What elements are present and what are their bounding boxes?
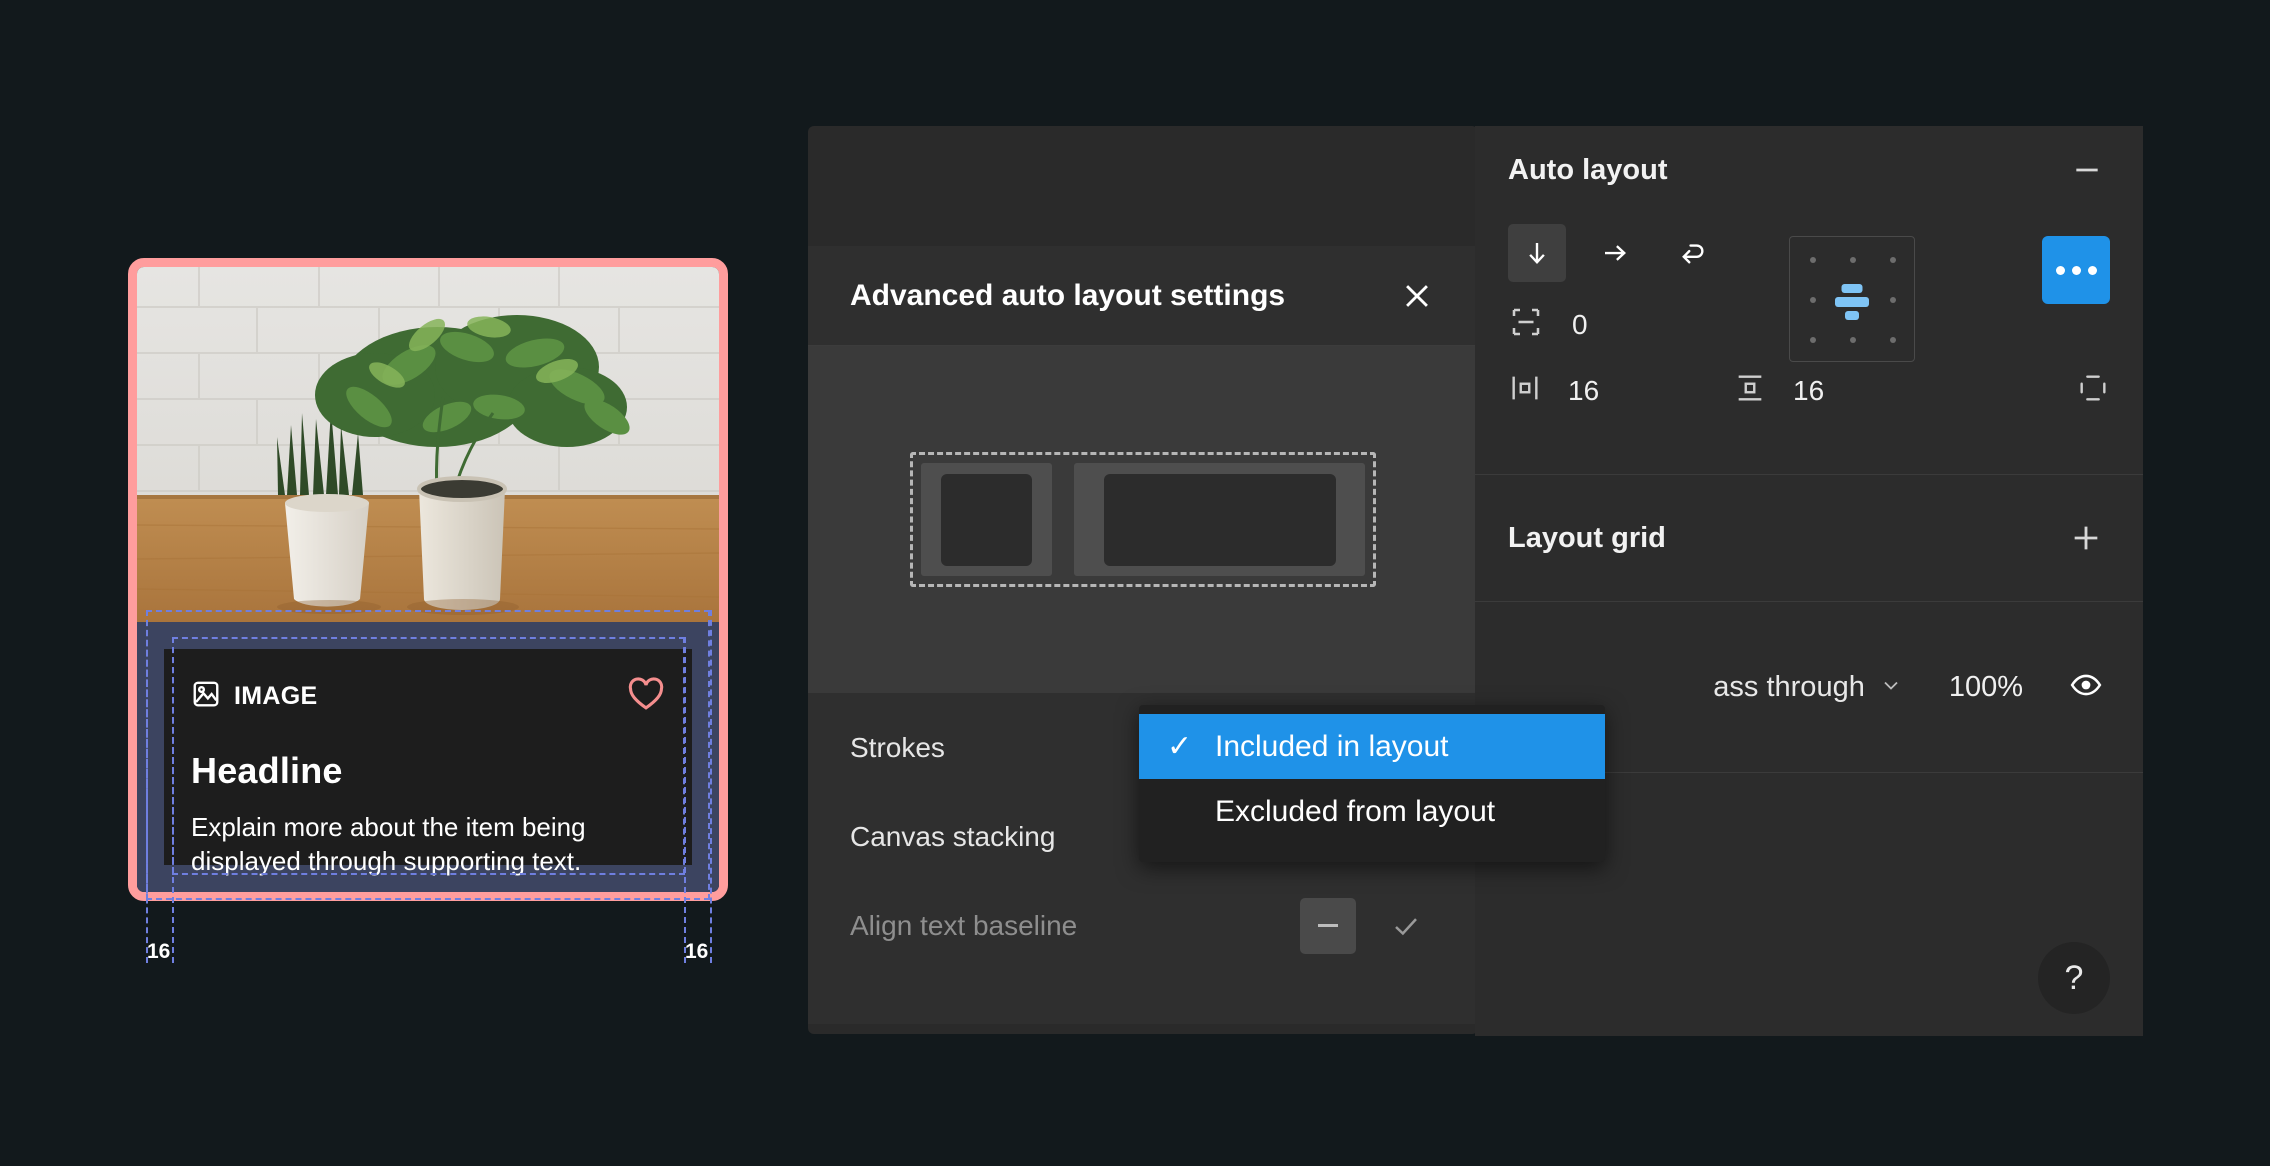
app-canvas: IMAGE Headline Explain more about the it… <box>0 0 2270 1166</box>
modal-row-label: Strokes <box>850 731 945 763</box>
chevron-down-icon[interactable] <box>1879 673 1903 702</box>
vertical-gap-icon <box>1508 304 1544 345</box>
eye-icon[interactable] <box>2069 668 2103 707</box>
auto-layout-title: Auto layout <box>1508 153 1668 186</box>
auto-layout-section-header: Auto layout <box>1475 126 2143 214</box>
modal-row-align-text-baseline[interactable]: Align text baseline <box>808 881 1478 970</box>
align-dot-mid-left[interactable] <box>1810 297 1816 303</box>
close-icon[interactable] <box>1400 279 1434 313</box>
minus-icon[interactable] <box>2071 154 2103 186</box>
alignment-grid[interactable] <box>1789 236 1915 362</box>
measure-guide-left-inner <box>172 637 174 963</box>
align-preview-bar-bottom <box>1845 311 1859 320</box>
card-headline: Headline <box>191 750 343 791</box>
selected-card-frame[interactable]: IMAGE Headline Explain more about the it… <box>128 258 728 901</box>
align-dot-top-right[interactable] <box>1890 257 1896 263</box>
measure-label-right: 16 <box>685 940 709 963</box>
auto-layout-preview <box>808 346 1478 693</box>
horizontal-padding-icon <box>1508 371 1542 410</box>
dropdown-item-excluded[interactable]: Excluded from layout <box>1139 779 1605 844</box>
baseline-toggle-group <box>1300 897 1434 954</box>
modal-row-label: Align text baseline <box>850 909 1078 941</box>
layout-grid-title: Layout grid <box>1508 521 1666 554</box>
modal-header: Advanced auto layout settings <box>808 246 1478 346</box>
padding-controls: 16 16 <box>1508 371 2110 410</box>
measure-guide-right-inner <box>684 637 686 963</box>
preview-box-large <box>1103 473 1336 566</box>
dropdown-item-label: Included in layout <box>1215 729 1449 763</box>
vertical-padding-icon <box>1733 371 1767 410</box>
preview-box-small <box>941 473 1032 566</box>
align-dot-mid-right[interactable] <box>1890 297 1896 303</box>
direction-vertical-button[interactable] <box>1508 224 1566 282</box>
card-supporting-text: Explain more about the item being displa… <box>191 812 586 877</box>
dropdown-item-included[interactable]: ✓ Included in layout <box>1139 714 1605 779</box>
advanced-settings-button[interactable] <box>2042 236 2110 304</box>
layout-grid-section-header: Layout grid <box>1475 475 2143 601</box>
image-badge: IMAGE <box>191 679 317 714</box>
vertical-padding-control[interactable]: 16 <box>1733 371 1958 410</box>
preview-dashed-frame <box>910 452 1376 587</box>
align-preview-bar-middle <box>1835 297 1869 307</box>
card-top-row: IMAGE <box>191 677 665 716</box>
modal-row-label: Canvas stacking <box>850 820 1056 852</box>
more-dot-2 <box>2071 265 2081 275</box>
gap-value: 0 <box>1572 308 1588 340</box>
properties-panel: Auto layout 0 16 16 Layout grid ass thro… <box>1475 126 2143 1036</box>
plants-photo-icon <box>137 267 719 622</box>
measure-label-left: 16 <box>147 940 171 963</box>
minus-icon <box>1318 924 1338 927</box>
direction-wrap-button[interactable] <box>1664 224 1722 282</box>
horizontal-padding-control[interactable]: 16 <box>1508 371 1733 410</box>
plus-icon[interactable] <box>2069 521 2103 555</box>
baseline-off-button[interactable] <box>1300 897 1356 954</box>
horizontal-padding-value: 16 <box>1568 374 1600 406</box>
individual-padding-icon[interactable] <box>2076 371 2110 410</box>
heart-icon[interactable] <box>627 677 665 716</box>
auto-layout-controls: 0 16 16 <box>1475 214 2143 474</box>
align-dot-bottom-left[interactable] <box>1810 337 1816 343</box>
measure-guide-left-outer <box>146 610 148 963</box>
image-placeholder-icon <box>191 679 221 714</box>
layout-inclusion-dropdown: ✓ Included in layout Excluded from layou… <box>1139 705 1605 862</box>
align-preview-bar-top <box>1841 284 1863 293</box>
align-dot-bottom-center[interactable] <box>1850 337 1856 343</box>
align-dot-bottom-right[interactable] <box>1890 337 1896 343</box>
image-badge-label: IMAGE <box>234 682 318 710</box>
advanced-auto-layout-modal: Advanced auto layout settings Strokes Ca… <box>808 246 1478 1024</box>
card-body: IMAGE Headline Explain more about the it… <box>137 622 719 892</box>
more-dot-3 <box>2087 265 2097 275</box>
modal-title: Advanced auto layout settings <box>850 278 1286 312</box>
help-button[interactable]: ? <box>2038 942 2110 1014</box>
check-icon: ✓ <box>1167 730 1193 763</box>
baseline-on-button[interactable] <box>1378 898 1434 954</box>
direction-horizontal-button[interactable] <box>1586 224 1644 282</box>
card-content: IMAGE Headline Explain more about the it… <box>164 649 692 876</box>
vertical-padding-value: 16 <box>1793 374 1825 406</box>
more-dot-1 <box>2055 265 2065 275</box>
card-photo <box>137 267 719 622</box>
align-dot-top-center[interactable] <box>1850 257 1856 263</box>
preview-column-left <box>921 463 1052 576</box>
align-dot-top-left[interactable] <box>1810 257 1816 263</box>
card-selection-border: IMAGE Headline Explain more about the it… <box>128 258 728 901</box>
preview-column-right <box>1074 463 1365 576</box>
blend-mode-value[interactable]: ass through <box>1713 671 1865 704</box>
dropdown-item-label: Excluded from layout <box>1215 794 1496 828</box>
measure-guide-right-outer <box>710 610 712 963</box>
opacity-value[interactable]: 100% <box>1949 671 2023 704</box>
